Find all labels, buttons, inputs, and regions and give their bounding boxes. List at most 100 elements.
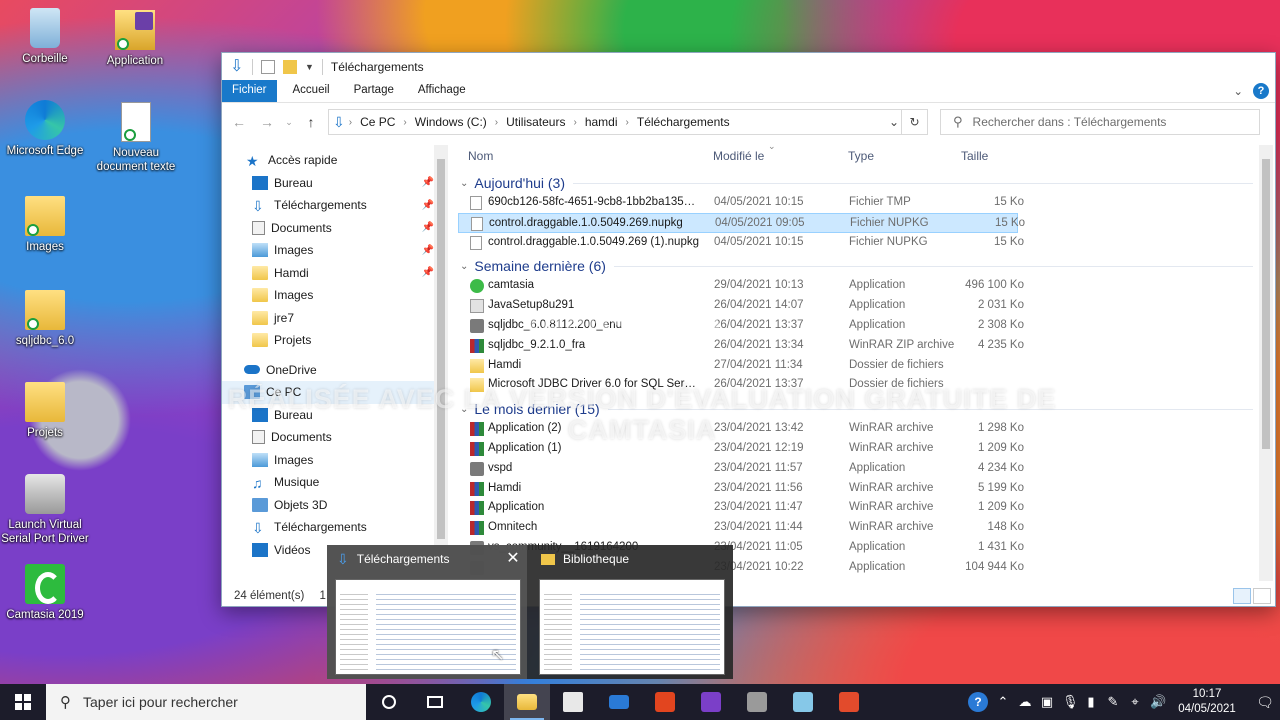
office-icon[interactable]: [642, 684, 688, 720]
large-icons-view-icon[interactable]: [1253, 588, 1271, 604]
camtasia-icon[interactable]: [826, 684, 872, 720]
refresh-icon[interactable]: ↻: [901, 110, 927, 134]
sidebar-item-documents[interactable]: Documents 📌: [222, 217, 448, 240]
scrollbar-thumb[interactable]: [437, 159, 445, 539]
breadcrumb-ce-pc[interactable]: Ce PC: [352, 115, 403, 129]
sidebar-item-pc-documents[interactable]: Documents: [222, 426, 448, 449]
sidebar-item-onedrive[interactable]: OneDrive: [222, 359, 448, 382]
pen-icon[interactable]: ✎: [1106, 694, 1120, 710]
start-button[interactable]: [0, 684, 46, 720]
visual-studio-icon[interactable]: [688, 684, 734, 720]
task-view-icon[interactable]: [412, 684, 458, 720]
file-row[interactable]: Omnitech 23/04/2021 11:44 WinRAR archive 14…: [458, 518, 1261, 538]
taskbar-search-input[interactable]: ⚲ Taper ici pour rechercher: [46, 684, 366, 720]
recent-dropdown-icon[interactable]: ⌄: [284, 117, 294, 128]
device-icon[interactable]: ▣: [1040, 694, 1054, 710]
help-icon[interactable]: ?: [1253, 83, 1269, 99]
collapse-arrow-icon[interactable]: ⌄: [460, 178, 468, 189]
sidebar-item-projets[interactable]: Projets: [222, 329, 448, 352]
preview-thumbnail[interactable]: [539, 579, 725, 675]
desktop-icon-nouveau-document[interactable]: Nouveau document texte: [91, 102, 181, 174]
notes-icon[interactable]: [780, 684, 826, 720]
forward-arrow-icon[interactable]: →: [256, 114, 278, 130]
chevron-right-icon[interactable]: ›: [345, 117, 352, 128]
file-row[interactable]: 690cb126-58fc-4651-9cb8-1bb2ba135963... 0…: [458, 193, 1261, 213]
desktop-icon-edge[interactable]: Microsoft Edge: [0, 100, 90, 158]
file-list-scrollbar[interactable]: [1259, 145, 1273, 581]
sidebar-item-pc-bureau[interactable]: Bureau: [222, 404, 448, 427]
ribbon-expand-icon[interactable]: ⌄: [1233, 84, 1243, 98]
column-header-modified[interactable]: Modifié le: [713, 149, 764, 163]
sidebar-item-pc-images[interactable]: Images: [222, 449, 448, 472]
address-dropdown-icon[interactable]: ⌄: [889, 115, 899, 129]
sidebar-item-pc-telechargements[interactable]: ⇩ Téléchargements: [222, 516, 448, 539]
tools-icon[interactable]: [734, 684, 780, 720]
preview-window-bibliotheque[interactable]: Bibliotheque: [531, 545, 731, 679]
pin-icon[interactable]: 📌: [422, 245, 434, 256]
tab-accueil[interactable]: Accueil: [277, 80, 342, 102]
pin-icon[interactable]: 📌: [422, 267, 434, 278]
breadcrumb-hamdi[interactable]: hamdi: [577, 115, 626, 129]
sidebar-scrollbar[interactable]: [434, 145, 448, 581]
microphone-icon[interactable]: 🎙: [1062, 694, 1079, 710]
back-arrow-icon[interactable]: ←: [228, 114, 250, 130]
column-header-name[interactable]: Nom: [468, 149, 493, 163]
file-row[interactable]: JavaSetup8u291 26/04/2021 14:07 Applicatio…: [458, 296, 1261, 316]
wifi-icon[interactable]: ⌖: [1128, 694, 1142, 710]
file-group-header[interactable]: ⌄ Le mois dernier (15): [458, 399, 1261, 419]
file-row[interactable]: Application (2) 23/04/2021 13:42 WinRAR ar…: [458, 419, 1261, 439]
sidebar-item-pc-musique[interactable]: ♫ Musique: [222, 471, 448, 494]
cloud-icon[interactable]: ☁: [1018, 694, 1032, 710]
desktop-icon-images[interactable]: Images: [0, 196, 90, 254]
file-row[interactable]: control.draggable.1.0.5049.269 (1).nupkg…: [458, 233, 1261, 253]
pin-icon[interactable]: 📌: [422, 222, 434, 233]
file-explorer-icon[interactable]: [504, 684, 550, 720]
file-row[interactable]: control.draggable.1.0.5049.269.nupkg 04/0…: [458, 212, 1025, 233]
breadcrumb-utilisateurs[interactable]: Utilisateurs: [498, 115, 573, 129]
tab-fichier[interactable]: Fichier: [222, 80, 277, 102]
collapse-arrow-icon[interactable]: ⌄: [460, 404, 468, 415]
store-icon[interactable]: [550, 684, 596, 720]
file-row[interactable]: camtasia 29/04/2021 10:13 Application 496 1…: [458, 276, 1261, 296]
tab-affichage[interactable]: Affichage: [406, 80, 478, 102]
sidebar-item-ce-pc[interactable]: Ce PC: [222, 381, 448, 404]
desktop-icon-projets[interactable]: Projets: [0, 382, 90, 440]
download-arrow-icon[interactable]: ⇩: [230, 59, 244, 75]
sidebar-item-jre7[interactable]: jre7: [222, 307, 448, 330]
file-group-header[interactable]: ⌄ Semaine dernière (6): [458, 256, 1261, 276]
file-row[interactable]: sqljdbc_9.2.1.0_fra 26/04/2021 13:34 WinRA…: [458, 336, 1261, 356]
scrollbar-thumb[interactable]: [1262, 159, 1270, 449]
cortana-icon[interactable]: [366, 684, 412, 720]
tab-partage[interactable]: Partage: [342, 80, 406, 102]
address-bar[interactable]: ⇩ › Ce PC › Windows (C:) › Utilisateurs …: [328, 109, 928, 135]
desktop-icon-sqljdbc[interactable]: sqljdbc_6.0: [0, 290, 90, 348]
file-row[interactable]: Hamdi 23/04/2021 11:56 WinRAR archive 5 199…: [458, 479, 1261, 499]
file-row[interactable]: Application (1) 23/04/2021 12:19 WinRAR ar…: [458, 439, 1261, 459]
breadcrumb-telechargements[interactable]: Téléchargements: [629, 115, 738, 129]
volume-icon[interactable]: 🔊: [1150, 694, 1166, 710]
up-arrow-icon[interactable]: ↑: [300, 114, 322, 130]
pin-icon[interactable]: 📌: [422, 177, 434, 188]
properties-icon[interactable]: [261, 60, 275, 74]
edge-icon[interactable]: [458, 684, 504, 720]
column-header-type[interactable]: Type: [848, 149, 874, 163]
sidebar-item-images-folder[interactable]: Images: [222, 284, 448, 307]
sidebar-item-telechargements[interactable]: ⇩ Téléchargements 📌: [222, 194, 448, 217]
new-folder-icon[interactable]: [283, 60, 297, 74]
details-view-icon[interactable]: [1233, 588, 1251, 604]
breadcrumb-windows-c[interactable]: Windows (C:): [407, 115, 495, 129]
file-row[interactable]: Microsoft JDBC Driver 6.0 for SQL Server…: [458, 375, 1261, 395]
battery-icon[interactable]: ▮: [1084, 694, 1098, 710]
desktop-icon-application[interactable]: Application: [90, 10, 180, 68]
sidebar-item-hamdi[interactable]: Hamdi 📌: [222, 262, 448, 285]
close-icon[interactable]: ✕: [505, 551, 521, 567]
pin-icon[interactable]: 📌: [422, 200, 434, 211]
mail-icon[interactable]: [596, 684, 642, 720]
chevron-up-icon[interactable]: ⌃: [996, 694, 1010, 710]
file-row[interactable]: Hamdi 27/04/2021 11:34 Dossier de fichiers: [458, 356, 1261, 376]
desktop-icon-virtual-serial-port[interactable]: Launch Virtual Serial Port Driver: [0, 474, 90, 546]
desktop-icon-corbeille[interactable]: Corbeille: [0, 8, 90, 66]
file-row[interactable]: sqljdbc_6.0.8112.200_enu 26/04/2021 13:37…: [458, 316, 1261, 336]
file-row[interactable]: Application 23/04/2021 11:47 WinRAR archiv…: [458, 498, 1261, 518]
help-icon[interactable]: ?: [968, 692, 988, 712]
